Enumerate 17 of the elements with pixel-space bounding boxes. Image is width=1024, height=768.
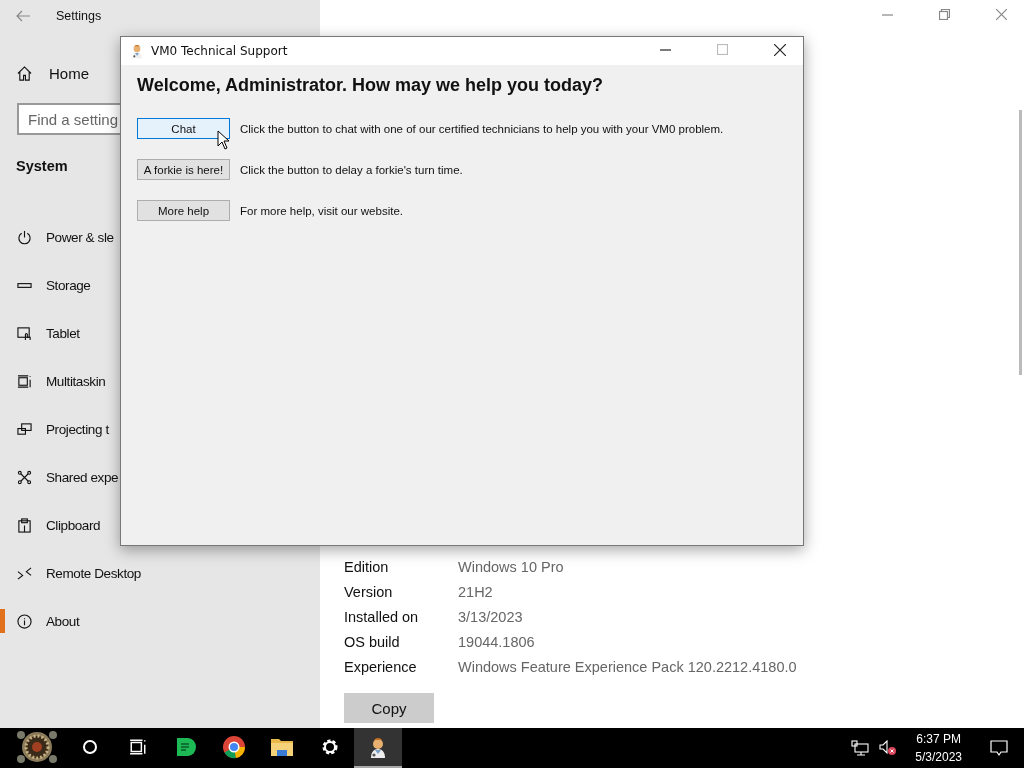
- window-title: Settings: [56, 9, 102, 23]
- spec-value: 19044.1806: [458, 633, 536, 652]
- spec-label: OS build: [344, 633, 401, 652]
- spec-label: Version: [344, 583, 394, 602]
- spec-label: Edition: [344, 558, 390, 577]
- spec-label: Installed on: [344, 608, 420, 627]
- action-description: Click the button to chat with one of our certified technicians to help you with your VM0 problem.: [240, 122, 725, 135]
- welcome-heading: Welcome, Administrator. How may we help you today?: [137, 75, 605, 96]
- spec-value: Windows 10 Pro: [458, 558, 565, 577]
- action-description: For more help, visit our website.: [240, 204, 404, 217]
- section-heading: System: [15, 157, 68, 176]
- action-description: Click the button to delay a forkie's turn time.: [240, 163, 464, 176]
- spec-value: 21H2: [458, 583, 494, 602]
- spec-label: Experience: [344, 658, 418, 677]
- spec-value: Windows Feature Experience Pack 120.2212.4180.0: [458, 658, 798, 677]
- spec-value: 3/13/2023: [458, 608, 524, 627]
- dialog-title: VM0 Technical Support: [151, 44, 289, 58]
